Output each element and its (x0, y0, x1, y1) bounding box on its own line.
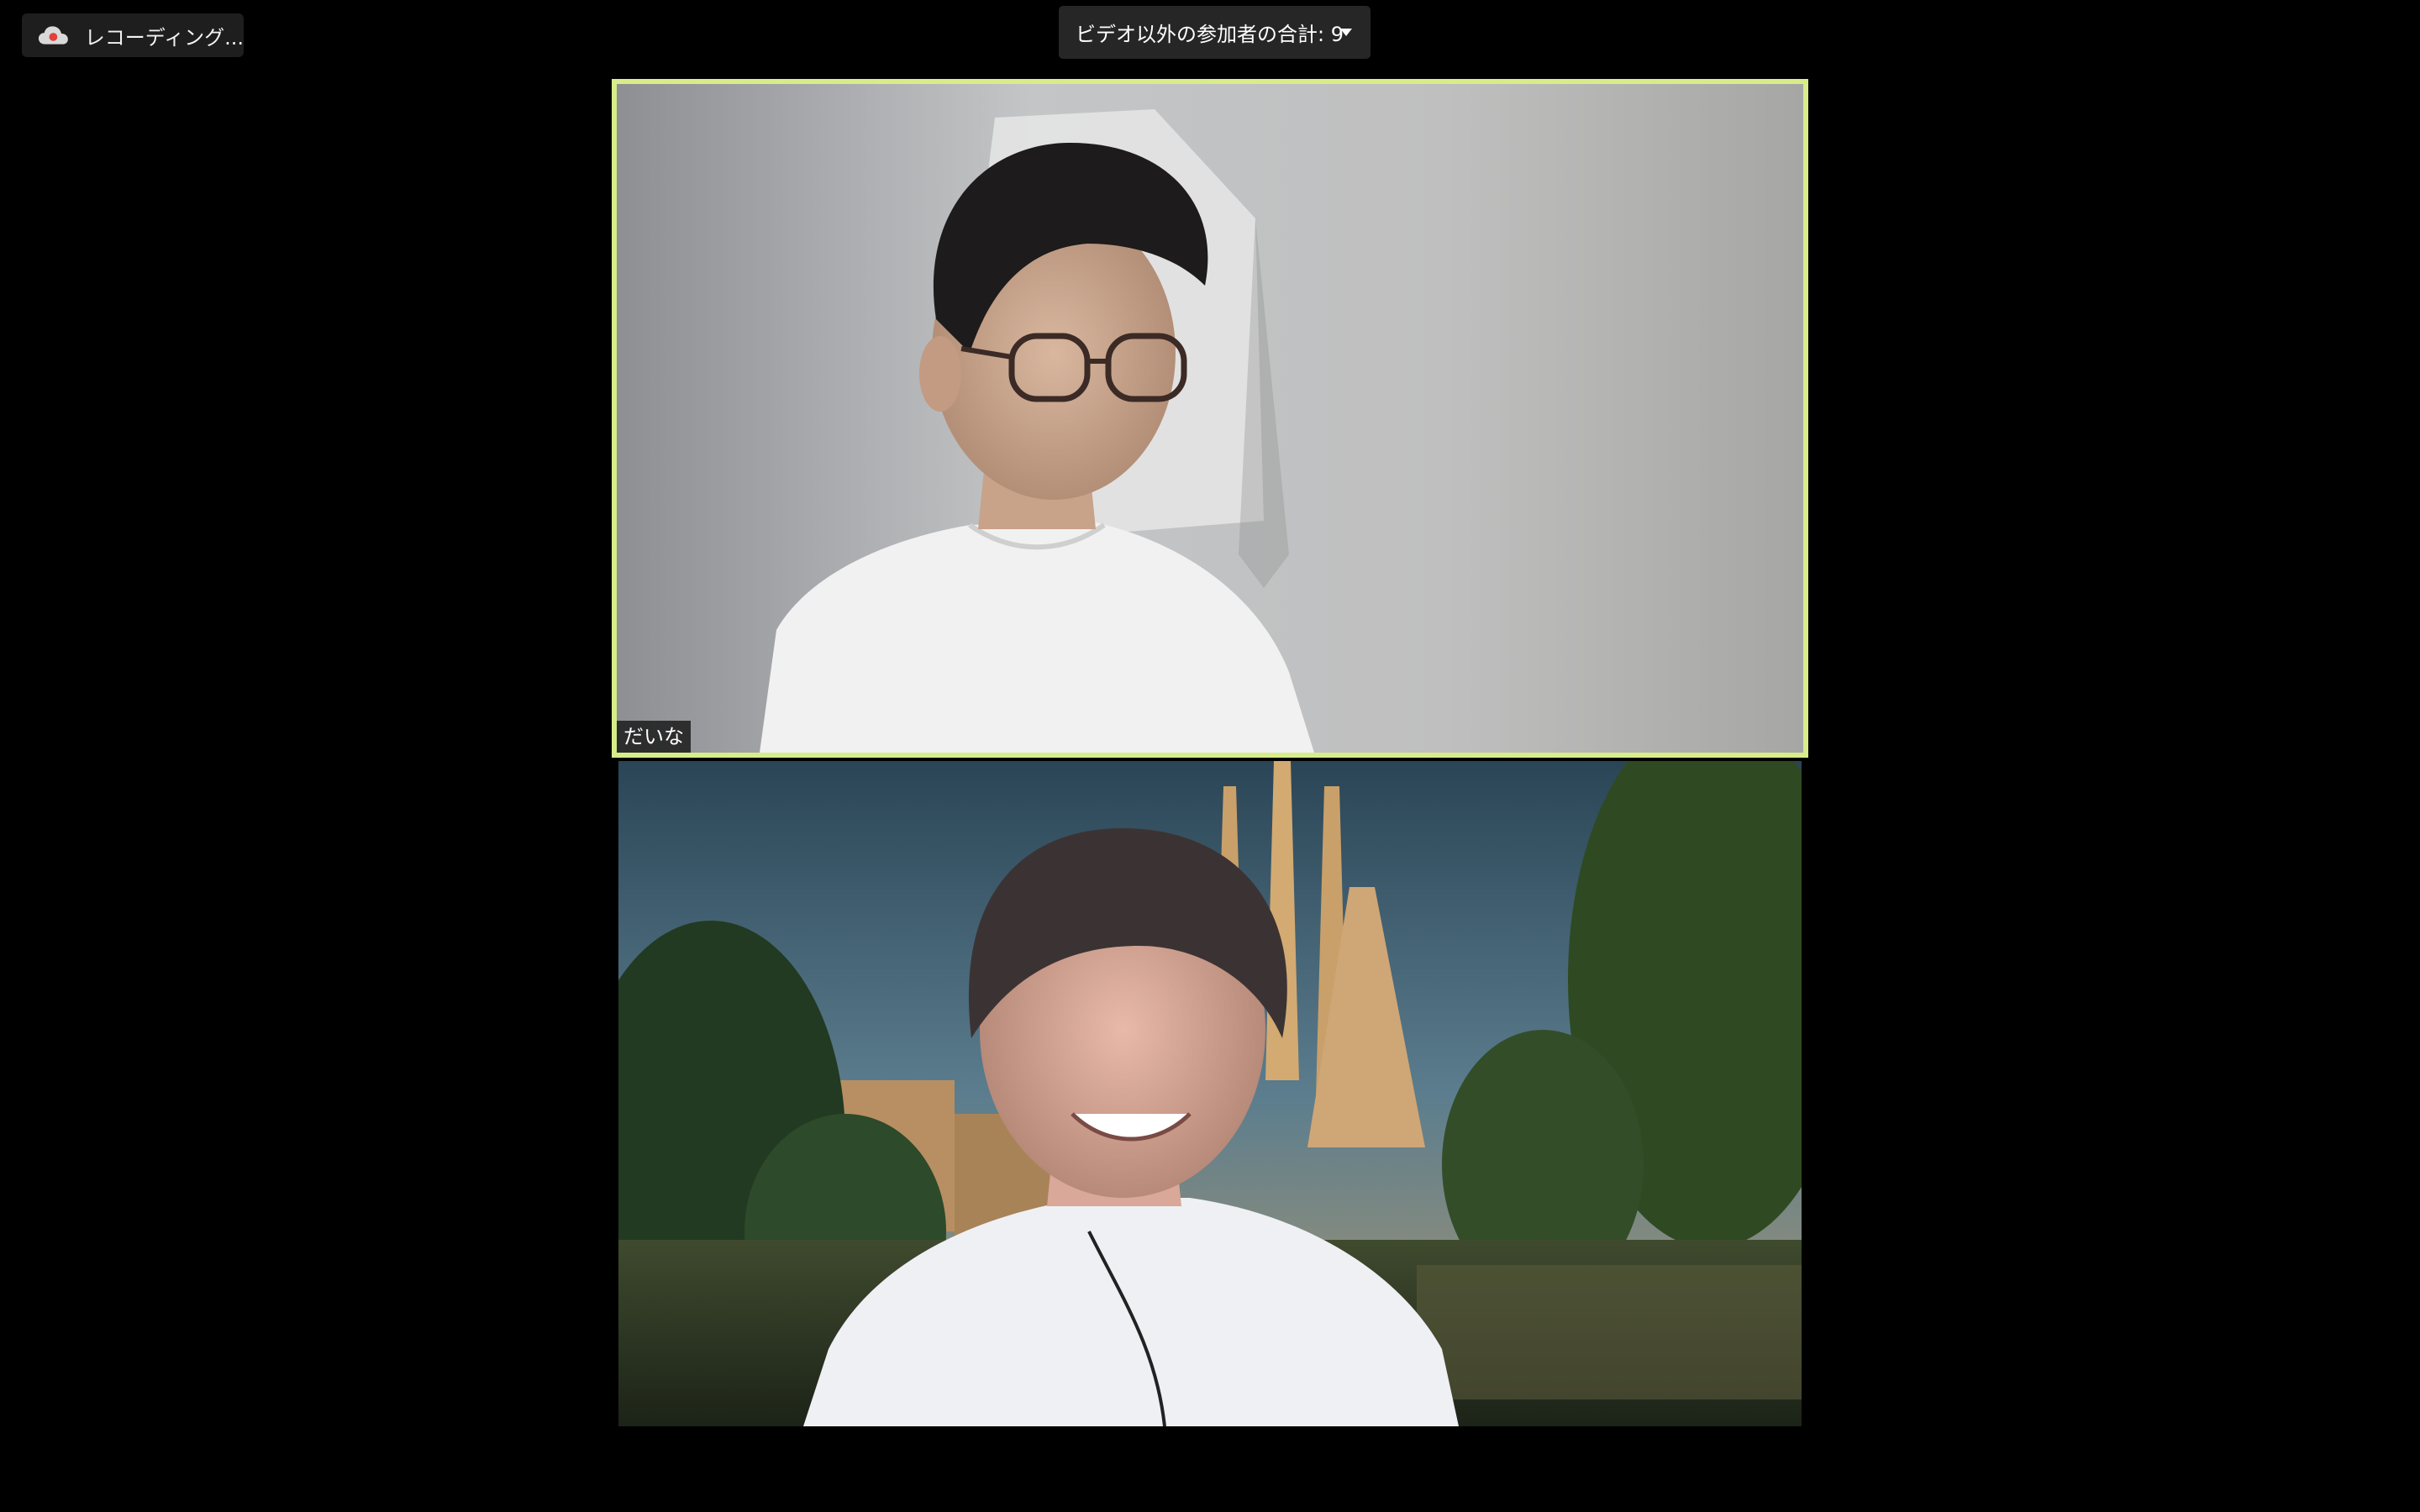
participant-video-feed (618, 761, 1802, 1426)
participant-name-tag: だいな (617, 721, 691, 753)
participant-video-feed (617, 84, 1803, 753)
recording-label: レコーディング... (84, 25, 244, 50)
participants-count-label: ビデオ以外の参加者の合計: 9 (1076, 23, 1344, 46)
recording-indicator-button[interactable]: レコーディング... (22, 13, 244, 57)
chevron-down-icon (1340, 29, 1352, 36)
meeting-window: レコーディング... ビデオ以外の参加者の合計: 9 だいな (0, 0, 2420, 1512)
video-tile-participant[interactable] (618, 761, 1802, 1426)
cloud-recording-icon (38, 26, 68, 45)
participants-without-video-dropdown[interactable]: ビデオ以外の参加者の合計: 9 (1059, 6, 1370, 59)
video-tile-active-speaker[interactable]: だいな (612, 79, 1808, 758)
